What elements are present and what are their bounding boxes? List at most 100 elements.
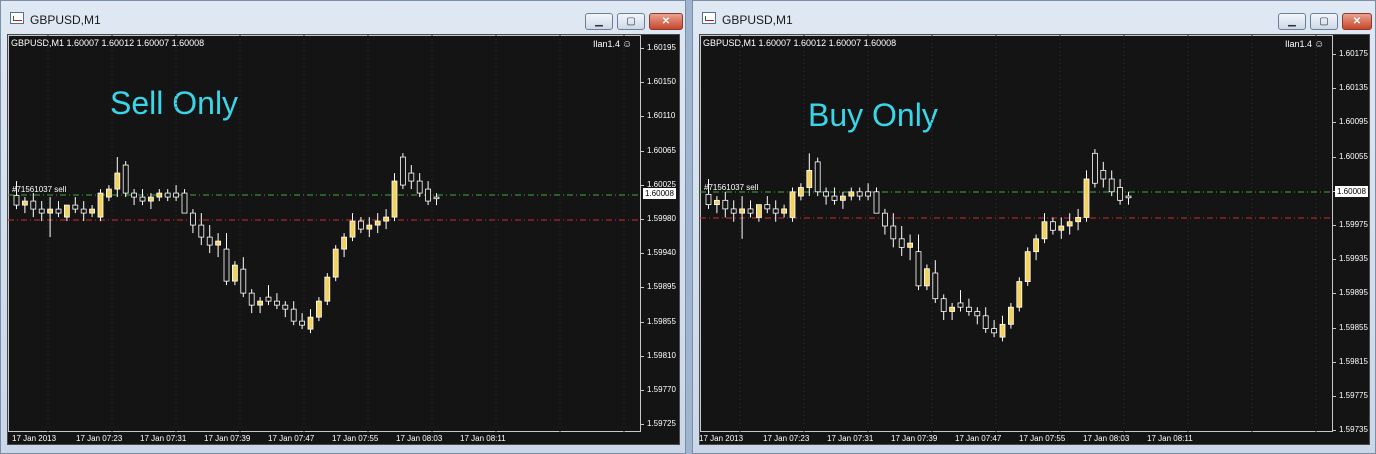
title-bar[interactable]: GBPUSD,M1 ▁ ▢ ✕ — [693, 1, 1375, 33]
candle — [139, 189, 146, 206]
candle — [223, 233, 230, 286]
candle-body — [89, 208, 95, 214]
candle-body — [231, 264, 238, 282]
candle — [290, 301, 297, 326]
candle-body — [1083, 178, 1090, 218]
candle-body — [1075, 217, 1082, 223]
candle — [307, 309, 314, 334]
maximize-button[interactable]: ▢ — [1310, 13, 1338, 30]
chart-window-buy-only[interactable]: GBPUSD,M1 ▁ ▢ ✕ GBPUSD,M1 1.60007 1.6001… — [692, 0, 1376, 454]
chart-window-icon — [702, 12, 716, 24]
current-price-label: 1.60008 — [1335, 186, 1368, 197]
candle — [949, 302, 956, 321]
candle-body — [282, 304, 289, 310]
time-label: 17 Jan 08:11 — [460, 434, 506, 443]
candle — [1016, 277, 1023, 312]
candle — [97, 189, 104, 222]
candle — [374, 213, 381, 234]
price-tick — [1332, 259, 1336, 261]
candle — [991, 320, 998, 338]
candle — [823, 187, 829, 205]
candle-body — [932, 272, 939, 300]
price-label: 1.60135 — [1339, 83, 1368, 93]
candle — [181, 189, 188, 214]
maximize-icon: ▢ — [1319, 16, 1329, 27]
price-label: 1.60150 — [647, 77, 676, 87]
candle-body — [106, 188, 112, 198]
candle — [156, 189, 163, 202]
candle-body — [206, 236, 213, 246]
candle-body — [873, 191, 880, 214]
candle-body — [965, 306, 972, 312]
candle — [764, 196, 771, 214]
candle — [957, 290, 964, 312]
order-label: #71561037 sell — [704, 183, 759, 192]
candle-body — [848, 191, 855, 197]
candle — [772, 200, 779, 222]
candle — [999, 315, 1006, 342]
close-button[interactable]: ✕ — [649, 13, 683, 30]
candle — [873, 187, 880, 214]
title-bar[interactable]: GBPUSD,M1 ▁ ▢ ✕ — [1, 1, 685, 33]
candle-body — [747, 208, 754, 214]
candle — [806, 153, 813, 197]
close-icon: ✕ — [1352, 16, 1362, 27]
candle — [940, 294, 947, 321]
candle — [265, 285, 272, 306]
candle — [341, 233, 348, 258]
chart-window-sell-only[interactable]: GBPUSD,M1 ▁ ▢ ✕ GBPUSD,M1 1.60007 1.6001… — [0, 0, 686, 454]
candle — [282, 301, 289, 318]
candle — [747, 200, 754, 218]
time-label: 17 Jan 07:23 — [76, 434, 123, 443]
candle-body — [730, 208, 737, 214]
candle-body — [131, 192, 137, 198]
candle-body — [1058, 225, 1065, 231]
time-label: 17 Jan 2013 — [12, 434, 57, 443]
close-button[interactable]: ✕ — [1342, 13, 1372, 30]
candle-body — [865, 191, 872, 197]
candle — [206, 225, 213, 254]
candle-body — [814, 161, 821, 193]
chart-area[interactable]: GBPUSD,M1 1.60007 1.60012 1.60007 1.6000… — [7, 34, 680, 445]
candle-body — [21, 200, 28, 206]
minimize-button[interactable]: ▁ — [1278, 13, 1306, 30]
candle — [965, 298, 972, 316]
time-label: 17 Jan 07:31 — [140, 434, 187, 443]
candle-body — [399, 156, 406, 186]
minimize-icon: ▁ — [595, 16, 603, 27]
candle — [357, 217, 364, 234]
candle-body — [114, 172, 121, 190]
minimize-button[interactable]: ▁ — [585, 13, 613, 30]
candle-body — [299, 320, 306, 326]
chart-area[interactable]: GBPUSD,M1 1.60007 1.60012 1.60007 1.6000… — [699, 34, 1370, 445]
candle-body — [957, 302, 964, 308]
candle — [72, 197, 79, 214]
price-label: 1.60065 — [647, 145, 676, 155]
candle — [1049, 217, 1056, 235]
candle-body — [789, 191, 796, 218]
price-tick — [640, 82, 644, 84]
time-label: 17 Jan 08:03 — [1083, 434, 1130, 443]
price-tick — [640, 150, 644, 152]
price-label: 1.59895 — [1339, 288, 1368, 298]
candle-body — [982, 315, 989, 329]
time-label: 17 Jan 08:03 — [396, 434, 443, 443]
candle-body — [80, 208, 87, 214]
candle — [915, 234, 922, 291]
candle — [730, 200, 737, 222]
candle-body — [248, 292, 255, 306]
candle-body — [156, 192, 163, 198]
candle — [106, 185, 112, 202]
candle — [1066, 213, 1073, 235]
candle — [739, 196, 745, 239]
candlestick-chart — [700, 35, 1333, 433]
candle-body — [1016, 281, 1023, 308]
time-label: 17 Jan 07:39 — [891, 434, 938, 443]
candle — [391, 173, 398, 222]
candle — [1075, 208, 1082, 231]
candle — [114, 157, 121, 198]
maximize-button[interactable]: ▢ — [617, 13, 645, 30]
candle — [425, 181, 432, 206]
candle-body — [839, 195, 846, 201]
candle — [756, 204, 762, 222]
